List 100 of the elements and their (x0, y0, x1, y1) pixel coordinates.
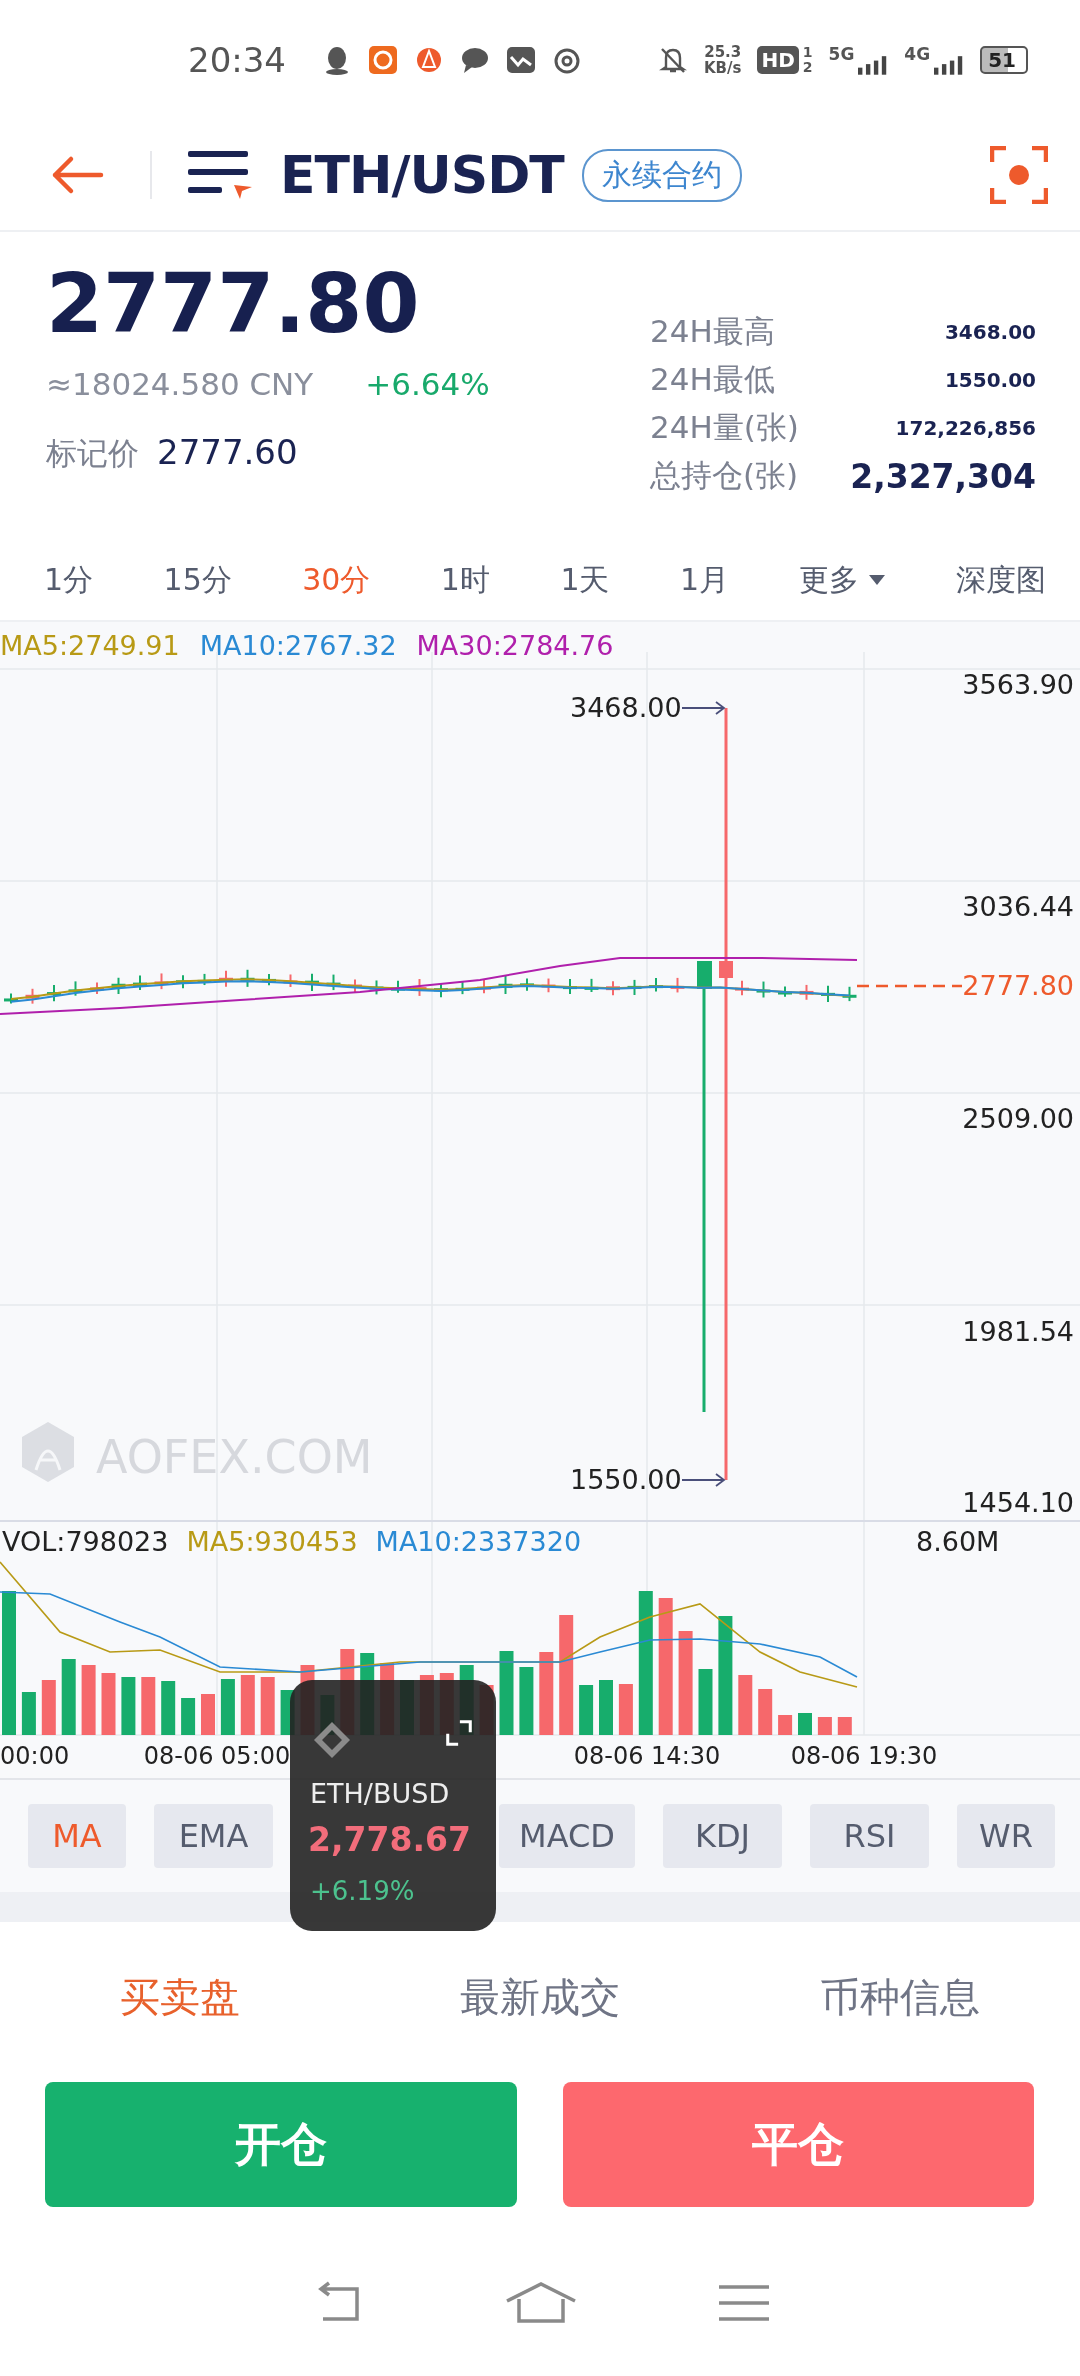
price-change: +6.64% (365, 366, 490, 402)
pair-title: ETH/USDT (280, 145, 564, 205)
ma-legend: MA10:2767.32 (199, 630, 397, 661)
candle (498, 974, 513, 995)
indicator-tab[interactable]: EMA (154, 1804, 273, 1868)
caret-icon (869, 575, 886, 585)
mark-price: 2777.60 (157, 432, 298, 472)
open-position-button[interactable]: 开仓 (45, 2082, 517, 2207)
timeframe-tab[interactable]: 1天 (560, 559, 610, 601)
volume-bar (599, 1680, 613, 1735)
volume-bar (21, 1692, 36, 1735)
time-axis-label: 08-06 19:30 (790, 1742, 938, 1770)
candle (4, 992, 18, 1005)
signal-icon (858, 55, 889, 75)
close-position-button[interactable]: 平仓 (562, 2082, 1034, 2207)
logo-icon (22, 1422, 74, 1482)
volume-bar (101, 1673, 116, 1735)
stat-label: 24H最高 (650, 312, 775, 351)
contract-badge: 永续合约 (581, 148, 742, 202)
stat-value: 1550.00 (944, 368, 1036, 392)
candle (111, 976, 126, 995)
timeframe-tab[interactable]: 1分 (44, 559, 94, 601)
price-axis-label: 3563.90 (962, 669, 1074, 700)
indicator-tab[interactable]: MA (28, 1804, 126, 1868)
hd-badge: HD (757, 46, 799, 74)
timeframe-tab[interactable]: 15分 (163, 559, 232, 601)
timeframe-tab[interactable]: 深度图 (955, 559, 1046, 601)
indicator-tab[interactable]: RSI (810, 1804, 929, 1868)
volume-bar (817, 1717, 832, 1735)
floating-ticker[interactable]: ETH/BUSD 2,778.67 +6.19% (290, 1680, 496, 1931)
volume-bar (201, 1694, 215, 1735)
candle (799, 983, 814, 1001)
network-type: 5G (828, 44, 855, 64)
time-axis-label: 08-06 05:00 (143, 1742, 291, 1770)
screenshot-icon[interactable] (990, 146, 1048, 204)
volume-bar (220, 1679, 235, 1735)
sim-number: 2 (802, 60, 813, 75)
volume-bar (837, 1717, 852, 1735)
section-tab[interactable]: 买卖盘 (0, 1969, 360, 2025)
candle (219, 969, 233, 988)
candle (778, 985, 792, 998)
last-price: 2777.80 (46, 256, 421, 352)
floating-price: 2,778.67 (308, 1820, 471, 1859)
candle (25, 987, 40, 1005)
volume-bar (758, 1689, 773, 1735)
expand-icon[interactable] (446, 1720, 472, 1746)
volume-bar (579, 1685, 594, 1735)
back-icon[interactable] (50, 155, 104, 195)
candle (520, 977, 534, 992)
stat-value: 172,226,856 (895, 416, 1036, 440)
candle (412, 978, 427, 997)
net-speed-unit: KB/s (704, 60, 742, 76)
stat-label: 总持仓(张) (650, 456, 799, 495)
candle (735, 979, 749, 997)
sim-number: 1 (802, 45, 813, 60)
timeframe-tab[interactable]: 更多 (799, 559, 886, 601)
volume-bar (519, 1667, 534, 1735)
timeframe-tab[interactable]: 1时 (440, 559, 490, 601)
battery-icon: 51 (980, 46, 1028, 74)
floating-pair: ETH/BUSD (310, 1778, 450, 1809)
cny-price: ≈18024.580 CNY (46, 366, 314, 402)
candle (47, 984, 61, 1003)
section-tab[interactable]: 最新成交 (360, 1969, 720, 2025)
volume-legend: MA5:930453 (186, 1526, 358, 1557)
volume-legend: VOL:798023 (2, 1526, 169, 1557)
indicator-tab[interactable]: KDJ (663, 1804, 782, 1868)
volume-bar (778, 1715, 793, 1735)
stat-value: 2,327,304 (850, 456, 1036, 496)
volume-max-label: 8.60M (916, 1526, 1000, 1557)
net-speed: 25.3 (704, 44, 742, 60)
volume-bar (698, 1669, 713, 1735)
volume-bar (738, 1675, 753, 1735)
signal-icon (934, 55, 965, 75)
candle (670, 976, 685, 994)
time-axis-label: 08-06 14:30 (573, 1742, 721, 1770)
candle (434, 982, 448, 999)
menu-icon[interactable] (188, 149, 252, 201)
candle (154, 972, 169, 991)
app-icon (368, 45, 398, 75)
volume-bar (141, 1677, 156, 1735)
candle (606, 980, 620, 997)
candle (68, 980, 83, 997)
volume-bar (81, 1665, 96, 1735)
timeframe-tab[interactable]: 30分 (302, 559, 371, 601)
high-price-marker: 3468.00 (570, 692, 682, 723)
app-icon (414, 45, 444, 75)
volume-bar (121, 1677, 136, 1735)
candle (756, 980, 771, 999)
indicator-tab[interactable]: WR (957, 1804, 1055, 1868)
candle (584, 977, 599, 993)
ma-legend: MA5:2749.91 (0, 630, 180, 661)
timeframe-tab[interactable]: 1月 (679, 559, 729, 601)
home-icon[interactable] (505, 2281, 577, 2325)
indicator-tab[interactable]: MACD (499, 1804, 635, 1868)
price-axis-label: 1454.10 (962, 1487, 1074, 1518)
section-tab[interactable]: 币种信息 (720, 1969, 1080, 2025)
stat-value: 3468.00 (944, 320, 1036, 344)
high-arrow-icon (681, 701, 726, 715)
time-axis-label: 00:00 (0, 1742, 70, 1770)
stat-label: 24H量(张) (650, 408, 799, 447)
